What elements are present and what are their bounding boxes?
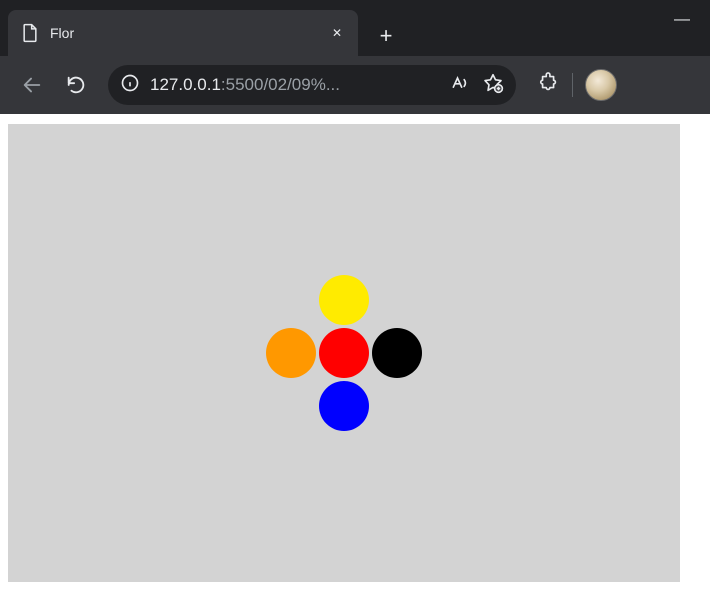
new-tab-button[interactable]: + [366,16,406,56]
toolbar-divider [572,73,573,97]
profile-avatar[interactable] [585,69,617,101]
tab-title: Flor [50,25,318,41]
close-icon: ✕ [332,26,342,40]
favorite-icon[interactable] [482,72,504,99]
extensions-icon[interactable] [538,72,560,99]
browser-chrome: Flor ✕ + — [0,0,710,114]
petal-center [319,328,369,378]
address-bar-actions [450,72,504,99]
url-host: 127.0.0.1 [150,75,221,94]
petal-left [266,328,316,378]
read-aloud-icon[interactable] [450,73,470,98]
toolbar-extras [538,69,617,101]
petal-right [372,328,422,378]
back-button[interactable] [14,67,50,103]
petal-top [319,275,369,325]
toolbar: 127.0.0.1:5500/02/09%... [0,56,710,114]
flower-canvas [8,124,680,582]
minimize-icon: — [674,11,690,28]
tab-strip: Flor ✕ + — [0,0,710,56]
window-controls: — [674,0,710,40]
plus-icon: + [380,23,393,49]
tab-active[interactable]: Flor ✕ [8,10,358,56]
refresh-icon [65,74,87,96]
site-info-icon[interactable] [120,73,140,98]
address-bar[interactable]: 127.0.0.1:5500/02/09%... [108,65,516,105]
petal-bottom [319,381,369,431]
url-path: :5500/02/09%... [221,75,340,94]
url-text: 127.0.0.1:5500/02/09%... [150,75,440,95]
page-content [0,114,710,590]
close-tab-button[interactable]: ✕ [328,24,346,42]
arrow-left-icon [21,74,43,96]
minimize-button[interactable]: — [674,11,690,29]
refresh-button[interactable] [58,67,94,103]
file-icon [20,23,40,43]
